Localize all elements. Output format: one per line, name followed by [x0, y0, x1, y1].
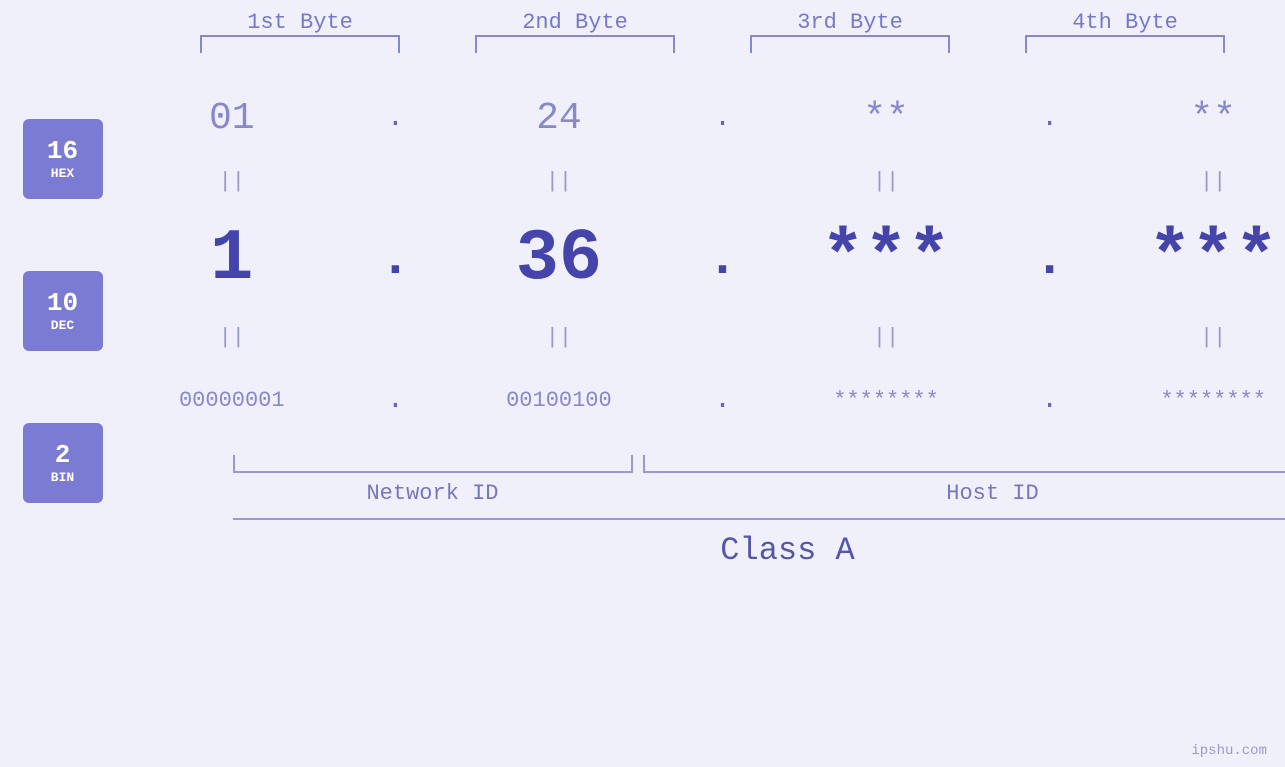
bin-byte2-value: 00100100	[506, 388, 612, 413]
watermark: ipshu.com	[1191, 743, 1267, 759]
hex-row: 01 . 24 . ** . **	[103, 73, 1285, 163]
byte1-header: 1st Byte	[190, 10, 410, 35]
equals2: ||	[449, 169, 669, 194]
hex-byte2-cell: 24	[449, 97, 669, 140]
hex-byte1-cell: 01	[122, 97, 342, 140]
bin-dot1: .	[380, 385, 410, 416]
dec-byte2-value: 36	[516, 218, 602, 300]
dec-byte1-value: 1	[210, 218, 253, 300]
equals1: ||	[122, 169, 342, 194]
bin-dot2: .	[707, 385, 737, 416]
hex-byte4-cell: **	[1103, 97, 1285, 140]
host-id-label: Host ID	[643, 481, 1285, 506]
dec-badge-number: 10	[47, 290, 78, 316]
byte2-header: 2nd Byte	[465, 10, 685, 35]
bin-byte1-value: 00000001	[179, 388, 285, 413]
hex-dot3: .	[1035, 103, 1065, 134]
bracket-network-id	[233, 455, 633, 473]
equals-row-2: || || || ||	[103, 319, 1285, 355]
equals8: ||	[1103, 325, 1285, 350]
hex-badge-label: HEX	[51, 166, 74, 181]
dec-dot3: .	[1035, 230, 1065, 289]
dec-byte4-value: ***	[1148, 218, 1278, 300]
bin-badge-number: 2	[55, 442, 71, 468]
bracket-host-id	[643, 455, 1285, 473]
dec-dot1: .	[380, 230, 410, 289]
equals6: ||	[449, 325, 669, 350]
data-columns: 01 . 24 . ** . ** || ||	[103, 73, 1285, 569]
equals5: ||	[122, 325, 342, 350]
hex-byte2-value: 24	[536, 97, 582, 140]
equals3: ||	[776, 169, 996, 194]
byte4-header: 4th Byte	[1015, 10, 1235, 35]
data-section: 16 HEX 10 DEC 2 BIN 01 . 24	[23, 73, 1263, 569]
class-label: Class A	[720, 532, 854, 569]
hex-badge-number: 16	[47, 138, 78, 164]
bin-byte4-value: ********	[1160, 388, 1266, 413]
hex-byte3-cell: **	[776, 97, 996, 140]
bracket-byte2	[475, 35, 675, 53]
top-brackets	[163, 35, 1263, 53]
bin-byte3-cell: ********	[776, 388, 996, 413]
hex-badge: 16 HEX	[23, 119, 103, 199]
bin-byte2-cell: 00100100	[449, 388, 669, 413]
class-row: Class A	[233, 518, 1285, 569]
bracket-byte1	[200, 35, 400, 53]
bin-byte4-cell: ********	[1103, 388, 1285, 413]
hex-byte4-value: **	[1190, 97, 1236, 140]
hex-byte1-value: 01	[209, 97, 255, 140]
bin-byte3-value: ********	[833, 388, 939, 413]
hex-dot2: .	[707, 103, 737, 134]
dec-dot2: .	[707, 230, 737, 289]
bracket-byte4	[1025, 35, 1225, 53]
dec-badge: 10 DEC	[23, 271, 103, 351]
byte3-header: 3rd Byte	[740, 10, 960, 35]
dec-byte2-cell: 36	[449, 218, 669, 300]
badges-column: 16 HEX 10 DEC 2 BIN	[23, 73, 103, 569]
bin-dot3: .	[1035, 385, 1065, 416]
dec-byte1-cell: 1	[122, 218, 342, 300]
dec-byte3-value: ***	[821, 218, 951, 300]
equals7: ||	[776, 325, 996, 350]
network-id-label: Network ID	[233, 481, 633, 506]
bin-badge-label: BIN	[51, 470, 74, 485]
bin-byte1-cell: 00000001	[122, 388, 342, 413]
equals-row-1: || || || ||	[103, 163, 1285, 199]
bin-row: 00000001 . 00100100 . ******** . *******…	[103, 355, 1285, 445]
main-container: 1st Byte 2nd Byte 3rd Byte 4th Byte 16 H…	[0, 0, 1285, 767]
dec-row: 1 . 36 . *** . ***	[103, 199, 1285, 319]
bin-badge: 2 BIN	[23, 423, 103, 503]
bracket-byte3	[750, 35, 950, 53]
hex-dot1: .	[380, 103, 410, 134]
dec-byte4-cell: ***	[1103, 218, 1285, 300]
hex-byte3-value: **	[863, 97, 909, 140]
bottom-brackets-section: Network ID Host ID	[233, 455, 1285, 506]
bottom-labels: Network ID Host ID	[233, 481, 1285, 506]
byte-headers: 1st Byte 2nd Byte 3rd Byte 4th Byte	[163, 10, 1263, 35]
dec-byte3-cell: ***	[776, 218, 996, 300]
equals4: ||	[1103, 169, 1285, 194]
dec-badge-label: DEC	[51, 318, 74, 333]
bottom-brackets	[233, 455, 1285, 473]
